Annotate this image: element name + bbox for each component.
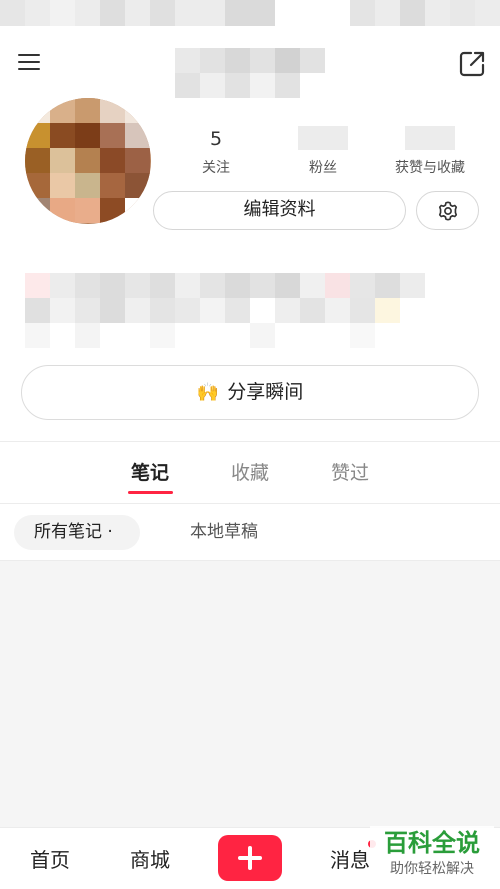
tab-liked[interactable]: 赞过 [310, 458, 390, 485]
notes-feed [0, 561, 500, 827]
nav-mall[interactable]: 商城 [120, 844, 180, 873]
divider [0, 441, 500, 442]
followers-label: 粉丝 [309, 160, 337, 176]
all-notes-filter[interactable]: 所有笔记 · [14, 515, 140, 550]
watermark-title: 百科全说 [384, 829, 480, 857]
share-icon[interactable] [458, 50, 486, 78]
status-bar [0, 0, 500, 26]
add-post-button[interactable] [218, 835, 282, 881]
nav-home[interactable]: 首页 [20, 844, 80, 873]
raised-hands-icon: 🙌 [196, 382, 220, 403]
username-title-blurred [175, 48, 325, 98]
stat-likes-collects[interactable]: 获赞与收藏 [380, 126, 480, 177]
watermark-logo: 百科全说 助你轻松解决 [370, 826, 494, 884]
stat-following[interactable]: 5 关注 [166, 126, 266, 177]
following-count: 5 [209, 128, 223, 150]
menu-icon[interactable] [18, 54, 42, 72]
followers-count-blurred [298, 126, 348, 150]
following-label: 关注 [202, 160, 230, 176]
divider [0, 503, 500, 504]
likes-count-blurred [405, 126, 455, 150]
likes-collects-label: 获赞与收藏 [395, 160, 465, 176]
edit-profile-button[interactable]: 编辑资料 [153, 191, 406, 230]
avatar[interactable] [25, 98, 151, 224]
tab-notes[interactable]: 笔记 [110, 458, 190, 485]
top-nav [0, 26, 500, 98]
share-moment-label: 分享瞬间 [227, 381, 304, 403]
share-moment-button[interactable]: 🙌 分享瞬间 [21, 365, 479, 420]
watermark-subtitle: 助你轻松解决 [390, 861, 474, 877]
gear-icon [438, 201, 458, 221]
settings-button[interactable] [416, 191, 479, 230]
active-tab-indicator [128, 491, 173, 494]
local-drafts-filter[interactable]: 本地草稿 [170, 515, 300, 550]
bio-blurred [0, 248, 500, 358]
stat-followers[interactable]: 粉丝 [273, 126, 373, 177]
tab-collections[interactable]: 收藏 [210, 458, 290, 485]
